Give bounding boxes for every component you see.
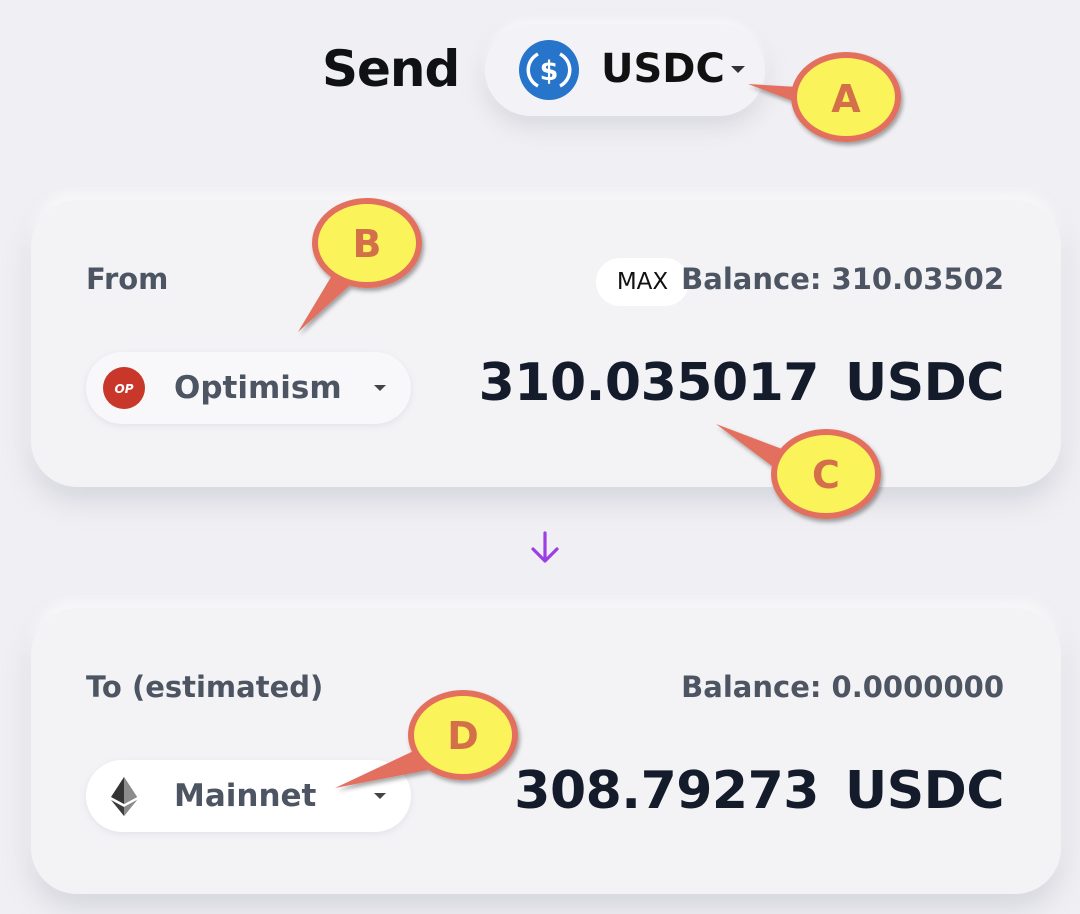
chevron-down-icon	[374, 385, 386, 391]
from-card: From MAX Balance: 310.03502 OP Optimism …	[31, 200, 1061, 487]
to-amount-unit: USDC	[844, 761, 1005, 821]
from-amount-value: 310.035017	[478, 353, 820, 413]
optimism-op-icon: OP	[103, 367, 145, 409]
token-symbol: USDC	[601, 46, 725, 92]
to-label: To (estimated)	[86, 670, 324, 704]
from-chain-name: Optimism	[174, 370, 342, 406]
to-chain-name: Mainnet	[174, 778, 317, 814]
token-selector[interactable]: $ USDC	[485, 24, 765, 116]
from-amount-unit: USDC	[844, 353, 1005, 413]
svg-text:OP: OP	[115, 382, 134, 396]
to-balance: Balance: 0.0000000	[681, 670, 1004, 704]
from-balance: Balance: 310.03502	[681, 262, 1004, 296]
svg-text:A: A	[831, 77, 861, 121]
from-chain-selector[interactable]: OP Optimism	[86, 352, 411, 424]
to-amount-value: 308.79273 USDC	[514, 761, 1004, 821]
to-amount-number: 308.79273	[514, 761, 819, 821]
to-chain-selector[interactable]: Mainnet	[86, 760, 411, 832]
from-label: From	[86, 262, 169, 296]
annotation-callout-a: A	[748, 52, 901, 142]
chevron-down-icon	[374, 793, 386, 799]
arrow-down-icon	[531, 531, 559, 563]
from-amount-input[interactable]: 310.035017 USDC	[478, 353, 1005, 413]
max-button[interactable]: MAX	[596, 258, 689, 306]
page-title: Send	[322, 40, 460, 98]
svg-text:$: $	[540, 56, 559, 87]
usdc-dollar-icon: $	[519, 40, 579, 100]
to-card: To (estimated) Balance: 0.0000000 Mainne…	[31, 608, 1061, 894]
chevron-down-icon	[731, 66, 745, 73]
ethereum-icon	[111, 777, 137, 816]
